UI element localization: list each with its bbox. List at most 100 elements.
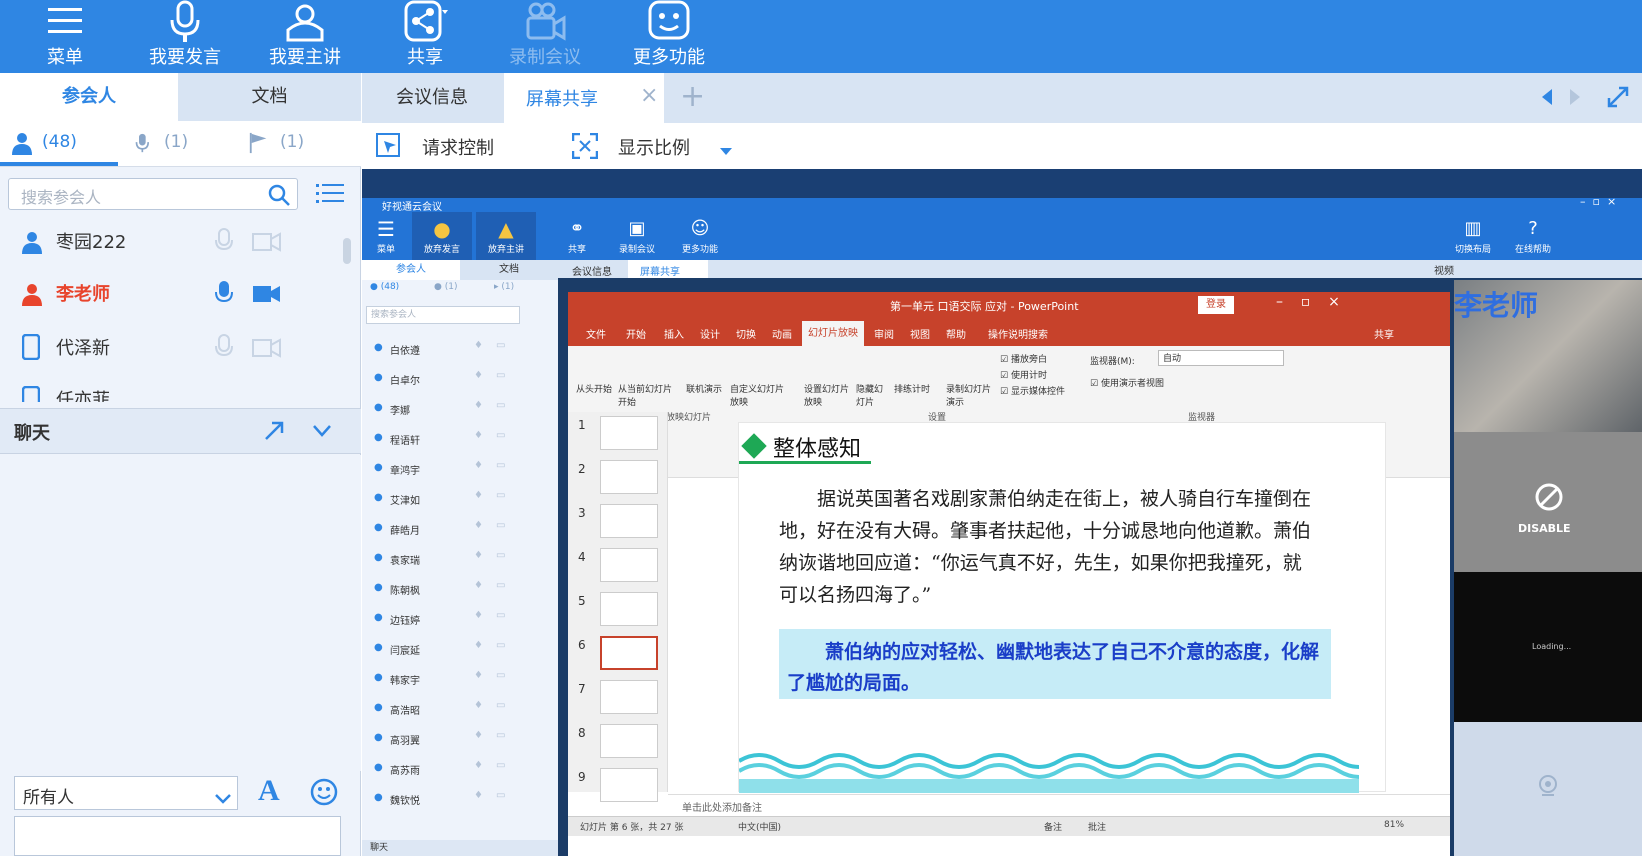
host-button[interactable]: 我要主讲	[246, 0, 364, 73]
tab-meeting-info[interactable]: 会议信息	[362, 73, 502, 123]
camera-icon: ▭	[496, 610, 506, 621]
camera-icon: ▭	[496, 490, 506, 501]
fullscreen-icon[interactable]	[1606, 85, 1630, 113]
mic-icon: ♦	[474, 670, 483, 681]
shared-tool: ☰ 菜单	[366, 216, 406, 255]
filter-raised[interactable]: (1)	[248, 129, 328, 159]
filter-all[interactable]: (48)	[10, 129, 105, 159]
shared-tool-label: 放弃发言	[423, 245, 460, 255]
shared-member-name: 陈朝枫	[390, 586, 420, 597]
slide-thumbnail[interactable]	[600, 680, 658, 714]
slide-thumbnail[interactable]	[600, 548, 658, 582]
chat-title: 聊天	[14, 423, 50, 444]
shared-toolbar: ☰ 菜单 ● 放弃发言 ▲ 放弃主讲 ⚭ 共享 ▣ 录制会议 ☺ 更多功能 ▥ 切换布局 ? 在…	[362, 212, 1642, 260]
shared-member: ● 艾津如 ♦ ▭	[362, 486, 552, 512]
member-name: 代泽新	[56, 338, 110, 359]
video-tile-teacher: 李老师	[1454, 280, 1642, 432]
video-tile-empty	[1454, 722, 1642, 856]
ppt-comments: 批注	[1088, 823, 1107, 833]
shared-titlebar: 好视通云会议 – ▫ ×	[362, 195, 1642, 213]
camera-icon: ▭	[496, 580, 506, 591]
participant-search[interactable]: 搜索参会人	[8, 178, 298, 210]
chevron-down-icon[interactable]	[312, 423, 332, 442]
slide-number: 7	[578, 682, 586, 696]
slide-thumbnail[interactable]	[600, 636, 658, 670]
chat-history	[0, 455, 361, 771]
shared-search: 搜索参会人	[366, 306, 520, 324]
ppt-tab-active: 幻灯片放映	[802, 321, 864, 346]
search-icon[interactable]	[267, 183, 291, 211]
share-icon: ⚭	[569, 218, 585, 239]
person-icon: ●	[374, 792, 383, 803]
slide-thumbnail[interactable]	[600, 416, 658, 450]
ppt-check: ☑ 使用计时	[1000, 371, 1047, 381]
ppt-btn: 录制幻灯片演示	[946, 385, 992, 408]
robot-face-icon	[648, 0, 690, 40]
close-icon[interactable]: ×	[640, 83, 658, 108]
person-icon: ●	[374, 462, 383, 473]
font-style-icon[interactable]: A	[258, 774, 290, 810]
chat-input[interactable]	[14, 816, 341, 856]
slide-thumbnail[interactable]	[600, 768, 658, 802]
shared-tool-label: 共享	[567, 245, 586, 255]
shared-right-tabs: 会议信息 屏幕共享 视频	[558, 260, 1642, 278]
list-item[interactable]: 任亦菲	[0, 374, 345, 402]
shared-member-name: 高苏雨	[390, 766, 420, 777]
record-button[interactable]: 录制会议	[486, 0, 604, 73]
share-button[interactable]: 共享	[366, 0, 484, 73]
mic-icon: ♦	[474, 520, 483, 531]
person-icon: ●	[374, 732, 383, 743]
list-item[interactable]: 李老师	[0, 268, 345, 322]
arrow-right-icon[interactable]	[1568, 87, 1582, 111]
shared-count: ▸ (1)	[494, 282, 515, 292]
mic-icon: ♦	[474, 700, 483, 711]
ppt-btn: 从当前幻灯片开始	[618, 385, 673, 408]
popout-icon[interactable]	[262, 419, 286, 447]
mic-icon: ♦	[474, 430, 483, 441]
slide-thumbnail[interactable]	[600, 504, 658, 538]
share-label: 共享	[407, 47, 443, 68]
shared-tool: ▥ 切换布局	[1448, 216, 1498, 255]
more-button[interactable]: 更多功能	[610, 0, 728, 73]
display-ratio-button[interactable]: 显示比例	[571, 131, 732, 161]
person-icon: ●	[374, 552, 383, 563]
ppt-tab: 开始	[626, 330, 646, 341]
shared-member-name: 李娜	[390, 406, 410, 417]
list-view-icon[interactable]	[316, 180, 346, 208]
person-icon: ●	[374, 582, 383, 593]
emoji-icon[interactable]	[310, 778, 338, 810]
shared-tab: 文档	[460, 260, 558, 280]
recipient-select[interactable]: 所有人	[14, 776, 238, 810]
list-item[interactable]: 枣园222	[0, 216, 345, 270]
slide-thumbnail[interactable]	[600, 592, 658, 626]
participant-list: 枣园222 李老师 代泽新 任亦菲	[0, 216, 345, 402]
powerpoint-window: 第一单元 口语交际 应对 - PowerPoint 登录 – ▫ × 文件 开始…	[568, 292, 1450, 856]
shared-count-value: (1)	[444, 282, 458, 292]
shared-member-list: ● 白依遵 ♦ ▭ ● 白卓尔 ♦ ▭ ● 李娜 ♦ ▭ ● 程语轩 ♦ ▭ ● 章鸿宇 ♦ ▭ ● 艾津如 ♦ ▭ ● 薛皓月 ♦…	[362, 336, 552, 816]
tab-participants[interactable]: 参会人	[0, 73, 178, 121]
shared-member: ● 章鸿宇 ♦ ▭	[362, 456, 552, 482]
tab-screen-share[interactable]: 屏幕共享 ×	[504, 73, 664, 123]
ppt-tab: 设计	[700, 330, 720, 341]
ppt-notes-text: 单击此处添加备注	[682, 803, 762, 814]
ppt-btn: 排练计时	[894, 385, 931, 395]
speak-button[interactable]: 我要发言	[126, 0, 244, 73]
tab-documents[interactable]: 文档	[178, 73, 361, 121]
shared-window-controls: – ▫ ×	[1580, 195, 1617, 208]
slide-thumbnail[interactable]	[600, 724, 658, 758]
shared-member: ● 白卓尔 ♦ ▭	[362, 366, 552, 392]
menu-button[interactable]: 菜单	[6, 0, 124, 73]
slide-thumbnail[interactable]	[600, 460, 658, 494]
request-control-button[interactable]: 请求控制	[376, 131, 526, 161]
recipient-value: 所有人	[23, 788, 74, 808]
camera-icon: ▭	[496, 640, 506, 651]
list-item[interactable]: 代泽新	[0, 322, 345, 376]
arrow-left-icon[interactable]	[1540, 87, 1554, 111]
mic-icon: ♦	[474, 550, 483, 561]
filter-speaking[interactable]: (1)	[134, 129, 214, 159]
list-scrollbar[interactable]	[343, 220, 353, 395]
person-icon: ●	[374, 612, 383, 623]
add-tab-icon[interactable]: +	[680, 79, 705, 114]
shared-member: ● 程语轩 ♦ ▭	[362, 426, 552, 452]
slide-number: 1	[578, 418, 586, 432]
